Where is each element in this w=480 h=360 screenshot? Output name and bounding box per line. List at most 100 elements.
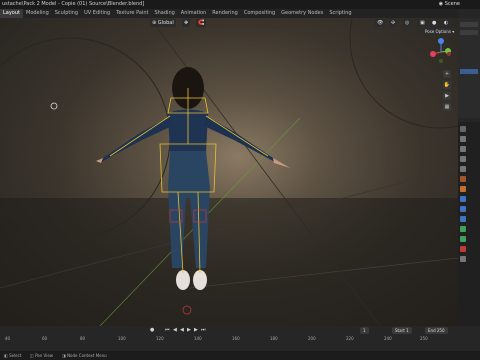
status-select-label: Select [9,353,22,358]
ruler-tick: 100 [118,336,126,341]
prev-keyframe-icon[interactable]: ◀ [173,326,177,335]
outliner-row[interactable] [460,30,478,35]
pose-options-dropdown[interactable]: Pose Options ▾ [423,28,457,35]
xray-toggle-icon[interactable]: ▣ [418,19,427,27]
overlay-toggle-icon[interactable]: ◎ [403,19,412,27]
visibility-icon[interactable]: 👁 [375,19,386,27]
status-pan-label: Pan View [35,353,54,358]
orientation-label: Global [157,20,174,26]
tab-rendering[interactable]: Rendering [209,9,241,18]
tab-sculpting[interactable]: Sculpting [52,9,81,18]
status-context-menu: ◨ Node Context Menu [62,351,107,360]
tab-scripting[interactable]: Scripting [326,9,354,18]
outliner-row[interactable] [460,22,478,27]
tab-layout[interactable]: Layout [0,9,23,18]
constraint-icon[interactable] [460,226,466,232]
character-hand-left [96,158,103,163]
tab-texture-paint[interactable]: Texture Paint [113,9,151,18]
transform-orientation-dropdown[interactable]: ⊕ Global [150,19,176,27]
viewport-header: ⊕ Global ✥ 🧲 👁 ✣ ◎ ▣ ● ◐ [0,18,458,28]
workspace-tabs: Layout Modeling Sculpting UV Editing Texture… [0,9,480,18]
tab-compositing[interactable]: Compositing [241,9,278,18]
render-icon[interactable] [460,136,466,142]
scene-selector[interactable]: ◉ Scene [439,0,460,9]
window-title: ustache\Pack 2 Model - Copie (01) Source… [2,1,145,7]
status-bar: ◧ Select ◫ Pan View ◨ Node Context Menu [0,351,480,360]
arm-bone-left[interactable] [109,115,171,157]
playback-controls: ● ⏮ ◀ ◀ ▶ ▶ ⏭ 1 Start 1 End 250 [0,326,480,335]
ruler-tick: 160 [232,336,240,341]
tab-uv-editing[interactable]: UV Editing [81,9,113,18]
gizmo-x-icon[interactable] [430,51,436,57]
navigation-gizmo[interactable] [426,37,456,67]
jump-end-icon[interactable]: ⏭ [201,326,206,335]
texture-icon[interactable] [460,256,466,262]
play-reverse-icon[interactable]: ◀ [180,326,184,335]
outliner-row-selected[interactable] [460,69,478,74]
tab-shading[interactable]: Shading [151,9,177,18]
start-frame-field[interactable]: Start 1 [392,327,412,334]
snap-icon[interactable]: 🧲 [196,19,207,27]
shading-material-icon[interactable]: ◐ [442,19,451,27]
modifier-icon[interactable] [460,196,466,202]
gizmo-toggle-icon[interactable]: ✣ [389,19,398,27]
ruler-tick: 180 [270,336,278,341]
world-icon[interactable] [460,176,466,182]
viewport-scene [0,18,458,326]
status-context-label: Node Context Menu [67,353,107,358]
play-icon[interactable]: ▶ [187,326,191,335]
tab-geometry-nodes[interactable]: Geometry Nodes [278,9,326,18]
status-pan: ◫ Pan View [30,351,53,360]
jump-start-icon[interactable]: ⏮ [165,326,170,335]
view-layer-icon[interactable] [460,156,466,162]
tab-animation[interactable]: Animation [178,9,210,18]
ruler-tick: 120 [156,336,164,341]
ruler-tick: 40 [5,336,11,341]
ruler-tick: 80 [80,336,86,341]
shading-solid-icon[interactable]: ● [430,19,439,27]
timeline-ruler[interactable]: 40 60 80 100 120 140 160 180 200 220 240… [0,335,460,343]
pose-options-label: Pose Options [425,29,451,34]
ruler-tick: 240 [384,336,392,341]
character-arm-right [204,116,275,162]
pivot-icon[interactable]: ✥ [182,19,191,27]
gizmo-neg-x-icon[interactable] [447,52,451,56]
scene-label: Scene [444,1,460,7]
ruler-tick: 60 [42,336,48,341]
properties-panel[interactable] [458,122,480,326]
ruler-tick: 220 [346,336,354,341]
data-icon[interactable] [460,236,466,242]
zoom-icon[interactable]: + [443,70,451,78]
start-value: 1 [406,328,409,333]
grid-icon[interactable]: ▦ [443,103,451,111]
physics-icon[interactable] [460,216,466,222]
ruler-tick: 250 [420,336,428,341]
tool-icon[interactable] [460,126,466,132]
pan-hand-icon[interactable]: ✋ [443,81,451,89]
material-icon[interactable] [460,246,466,252]
3d-cursor-icon [50,102,58,110]
status-select: ◧ Select [4,351,21,360]
arm-bone-right[interactable] [205,115,269,157]
output-icon[interactable] [460,146,466,152]
record-icon[interactable]: ● [150,326,154,335]
gizmo-z-icon[interactable] [438,38,444,44]
object-icon[interactable] [460,186,466,192]
window-title-bar: ustache\Pack 2 Model - Copie (01) Source… [0,0,480,9]
start-label: Start [395,328,405,333]
ruler-tick: 140 [194,336,202,341]
camera-icon[interactable]: ▶ [443,92,451,100]
3d-viewport[interactable] [0,18,458,326]
next-keyframe-icon[interactable]: ▶ [194,326,198,335]
end-frame-field[interactable]: End 250 [425,327,448,334]
ruler-tick: 200 [308,336,316,341]
viewport-nav-icons: + ✋ ▶ ▦ [443,70,453,114]
outliner-panel[interactable] [458,18,480,118]
gizmo-neg-y-icon[interactable] [439,59,443,63]
particles-icon[interactable] [460,206,466,212]
scene-props-icon[interactable] [460,166,466,172]
character-hand-right [273,158,290,168]
current-frame-field[interactable]: 1 [360,327,369,334]
tab-modeling[interactable]: Modeling [23,9,52,18]
end-label: End [428,328,436,333]
